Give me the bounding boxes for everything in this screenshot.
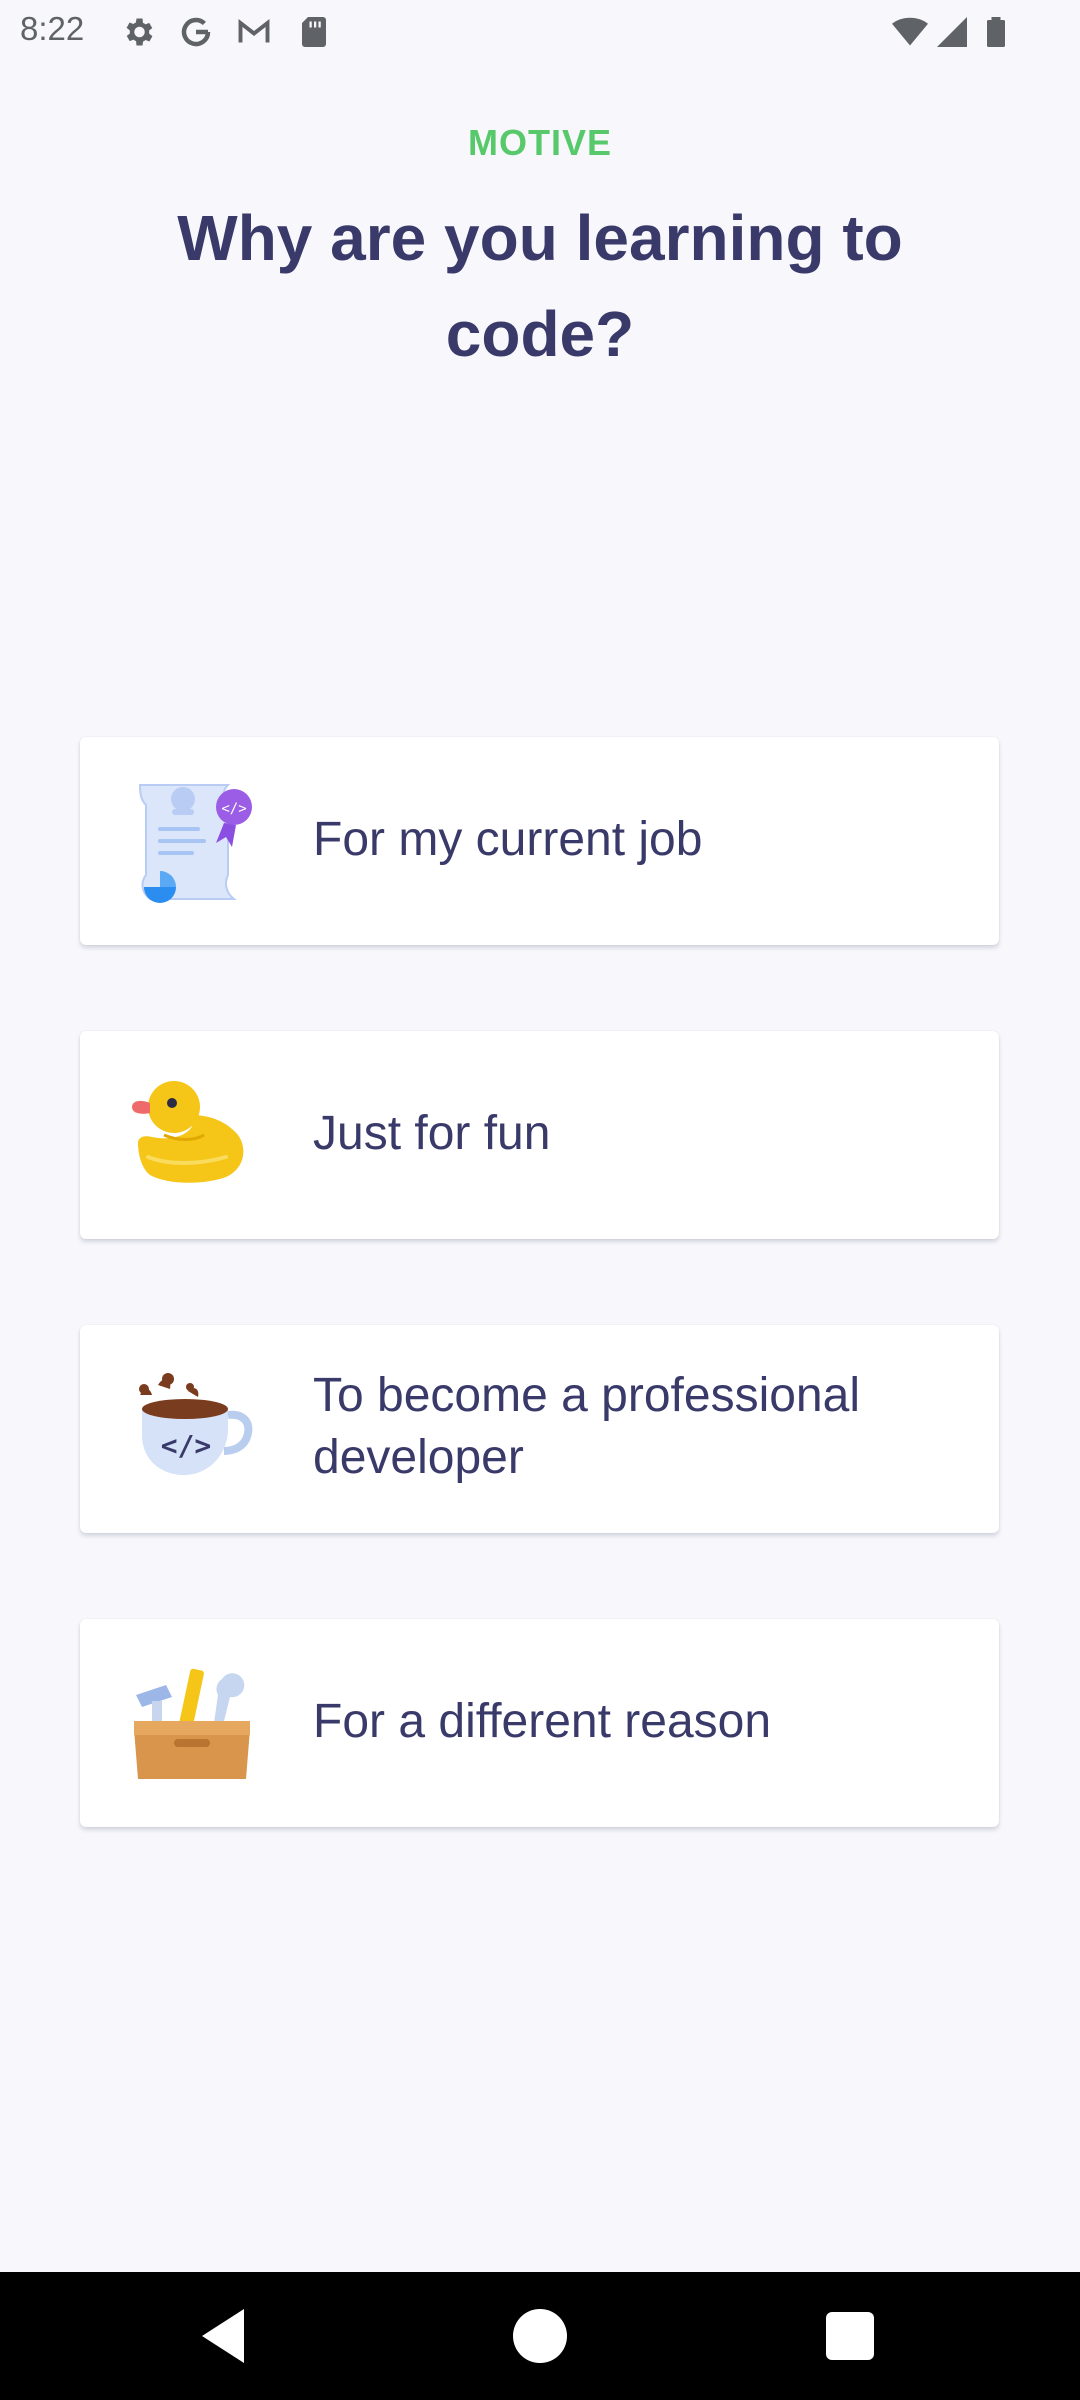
- option-label: To become a professional developer: [313, 1369, 860, 1484]
- toolbox-icon: [134, 1668, 250, 1779]
- settings-icon: [126, 18, 153, 46]
- option-label: Just for fun: [313, 1107, 551, 1160]
- page-title: Why are you learning to code?: [177, 202, 903, 370]
- home-icon[interactable]: [504, 2300, 576, 2372]
- certificate-icon: </>: [138, 784, 252, 903]
- option-different-reason[interactable]: For a different reason: [80, 1619, 999, 1827]
- status-time: 8:22: [20, 10, 85, 47]
- recents-icon[interactable]: [814, 2300, 886, 2372]
- sd-card-icon: [302, 17, 326, 47]
- section-eyebrow: MOTIVE: [467, 122, 612, 163]
- google-icon: [181, 17, 211, 47]
- back-icon[interactable]: [190, 2300, 262, 2372]
- status-bar: 8:22: [0, 0, 1080, 64]
- option-just-for-fun[interactable]: Just for fun: [80, 1031, 999, 1239]
- gmail-icon: [238, 19, 270, 43]
- wifi-icon: [892, 17, 928, 46]
- system-nav-bar: [0, 2272, 1080, 2400]
- option-label: For a different reason: [313, 1695, 772, 1748]
- option-current-job[interactable]: </> For my current job: [80, 737, 999, 945]
- signal-icon: [937, 17, 967, 47]
- coffee-mug-icon: </>: [139, 1373, 253, 1475]
- rubber-duck-icon: [132, 1081, 244, 1183]
- option-label: For my current job: [313, 813, 703, 866]
- option-professional-developer[interactable]: </> To become a professional developer: [80, 1325, 999, 1533]
- svg-text:</>: </>: [221, 801, 246, 817]
- battery-icon: [987, 17, 1005, 47]
- svg-text:</>: </>: [161, 1429, 212, 1462]
